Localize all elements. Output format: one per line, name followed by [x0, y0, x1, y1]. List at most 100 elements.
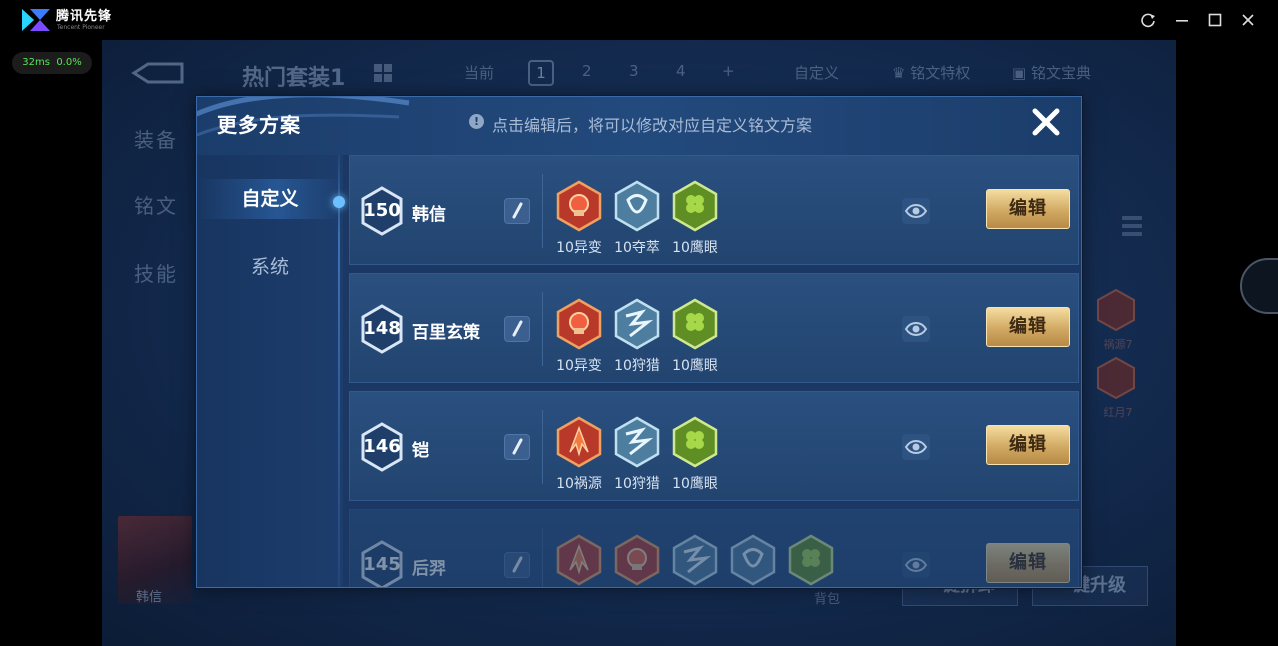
app-brand: 腾讯先锋	[56, 9, 113, 24]
rune-green-clover-icon[interactable]	[788, 534, 834, 586]
plan-row: 146 铠 10祸源 10狩猎 10鹰眼 编辑	[349, 391, 1079, 501]
side-item-skills[interactable]: 技能	[134, 258, 178, 287]
close-icon	[1242, 14, 1254, 26]
rune-traits-label: 铭文特权	[910, 64, 971, 82]
close-window-button[interactable]	[1238, 10, 1258, 30]
back-arrow-icon[interactable]	[130, 62, 186, 84]
dialog-hint: 点击编辑后，将可以修改对应自定义铭文方案	[492, 116, 813, 135]
side-item-equipment[interactable]: 装备	[134, 124, 178, 153]
rune-blue-knot-icon[interactable]	[730, 534, 776, 586]
book-icon: ▣	[1012, 64, 1027, 82]
plan-hero-name: 后羿	[412, 559, 446, 579]
preview-button[interactable]	[902, 316, 930, 342]
rune-red-shield-icon[interactable]	[556, 298, 602, 350]
plan-list: 150 韩信 10异变 10夺萃 10鹰眼 编辑 148 百里玄策 10异变 10狩猎 10鹰眼 编辑…	[347, 155, 1081, 587]
ping-value: 32ms	[22, 57, 50, 68]
rune-red-shield-icon[interactable]	[556, 180, 602, 232]
rename-button[interactable]	[504, 198, 530, 224]
pencil-icon	[512, 556, 523, 573]
plan-level: 145	[363, 554, 401, 575]
plan-level: 146	[363, 436, 401, 457]
plan-category-sidebar: 自定义 系统	[197, 155, 343, 587]
custom-tab[interactable]: 自定义	[794, 62, 839, 83]
tab-system[interactable]: 系统	[197, 247, 343, 287]
page-tab-2[interactable]: 2	[582, 62, 592, 80]
rune-label: 10狩猎	[614, 476, 660, 492]
plan-level: 150	[363, 200, 401, 221]
rune-red-shield-icon[interactable]	[614, 534, 660, 586]
rune-green-clover-icon[interactable]	[672, 298, 718, 350]
eye-icon	[904, 204, 928, 218]
preview-button[interactable]	[902, 434, 930, 460]
rune-blue-knot-icon[interactable]	[614, 180, 660, 232]
dialog-title: 更多方案	[217, 113, 301, 137]
rune-red-flame-icon[interactable]	[556, 534, 602, 586]
pencil-icon	[512, 320, 523, 337]
maximize-button[interactable]	[1205, 10, 1225, 30]
page-tab-4[interactable]: 4	[676, 62, 686, 80]
preview-button[interactable]	[902, 198, 930, 224]
eye-icon	[904, 440, 928, 454]
plan-hero-name: 百里玄策	[412, 323, 480, 343]
eye-icon	[904, 558, 928, 572]
preview-button[interactable]	[902, 552, 930, 578]
edit-plan-button[interactable]: 编辑	[986, 543, 1070, 583]
crown-icon: ♛	[892, 64, 906, 82]
side-item-runes[interactable]: 铭文	[134, 190, 178, 219]
more-plans-dialog: 更多方案 ! 点击编辑后，将可以修改对应自定义铭文方案 自定义 系统 150 韩信…	[196, 96, 1082, 588]
title-bar: 腾讯先锋 Tencent Pioneer	[0, 0, 1278, 40]
row-divider	[542, 292, 543, 366]
set-title: 热门套装1	[242, 66, 346, 91]
sidebar-divider	[338, 155, 340, 587]
edit-plan-button[interactable]: 编辑	[986, 307, 1070, 347]
page-tab-1[interactable]: 1	[528, 60, 554, 86]
rune-red-flame-icon[interactable]	[556, 416, 602, 468]
rune-label: 10异变	[556, 358, 602, 374]
rune-book-link[interactable]: ▣ 铭文宝典	[1012, 62, 1091, 83]
plan-hero-name: 铠	[412, 441, 429, 461]
app-brand-sub: Tencent Pioneer	[57, 24, 105, 31]
hero-name-bg: 韩信	[136, 590, 163, 605]
bg-rune-label-2: 红月7	[1103, 406, 1133, 419]
active-tab-indicator	[333, 196, 345, 208]
rename-button[interactable]	[504, 434, 530, 460]
rune-traits-link[interactable]: ♛ 铭文特权	[892, 62, 970, 83]
edit-plan-button[interactable]: 编辑	[986, 425, 1070, 465]
refresh-icon	[1141, 13, 1155, 28]
refresh-button[interactable]	[1138, 10, 1158, 30]
bg-rune-label-1: 祸源7	[1103, 338, 1133, 351]
rune-blue-bolt-icon[interactable]	[614, 416, 660, 468]
pencil-icon	[512, 202, 523, 219]
rune-blue-bolt-icon[interactable]	[672, 534, 718, 586]
rune-label: 10鹰眼	[672, 240, 718, 256]
current-label: 当前	[464, 64, 495, 82]
tab-custom[interactable]: 自定义	[197, 179, 343, 219]
plan-row: 145 后羿 编辑	[349, 509, 1079, 587]
row-divider	[542, 174, 543, 248]
plan-level: 148	[363, 318, 401, 339]
rename-button[interactable]	[504, 552, 530, 578]
maximize-icon	[1208, 13, 1222, 27]
close-dialog-button[interactable]	[1027, 103, 1065, 141]
rune-icon-bg-2	[1097, 356, 1135, 400]
minimize-button[interactable]	[1172, 10, 1192, 30]
rune-label: 10夺萃	[614, 240, 660, 256]
page-tab-3[interactable]: 3	[629, 62, 639, 80]
plan-row: 150 韩信 10异变 10夺萃 10鹰眼 编辑	[349, 155, 1079, 265]
edit-plan-button[interactable]: 编辑	[986, 189, 1070, 229]
rune-label: 10狩猎	[614, 358, 660, 374]
grid-icon[interactable]	[374, 64, 392, 82]
rename-button[interactable]	[504, 316, 530, 342]
rune-green-clover-icon[interactable]	[672, 180, 718, 232]
pencil-icon	[512, 438, 523, 455]
loss-value: 0.0%	[56, 57, 82, 68]
rune-green-clover-icon[interactable]	[672, 416, 718, 468]
menu-icon[interactable]	[1122, 216, 1142, 240]
emulator-window: 腾讯先锋 Tencent Pioneer 32ms 0.0% 热门套装1 当前 …	[0, 0, 1278, 646]
rune-blue-bolt-icon[interactable]	[614, 298, 660, 350]
rune-label: 10异变	[556, 240, 602, 256]
add-page-button[interactable]: +	[722, 62, 735, 80]
floating-ball[interactable]	[1240, 258, 1278, 314]
row-divider	[542, 528, 543, 587]
bag-label[interactable]: 背包	[814, 588, 840, 607]
